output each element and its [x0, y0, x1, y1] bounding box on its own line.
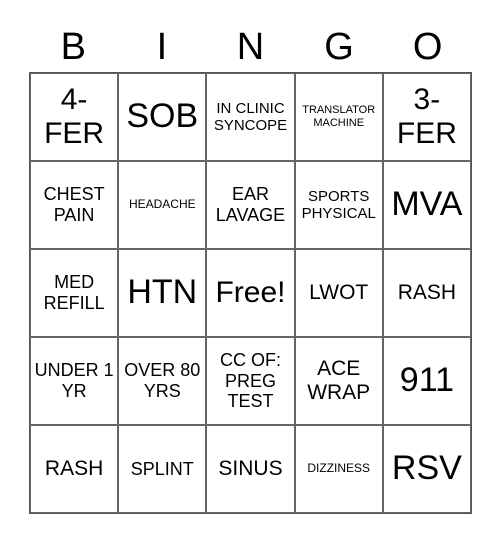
bingo-cell[interactable]: DIZZINESS	[294, 425, 383, 513]
bingo-cell[interactable]: CC OF: PREG TEST	[206, 337, 295, 425]
bingo-cell[interactable]: SOB	[118, 73, 207, 161]
bingo-cell[interactable]: 911	[382, 337, 471, 425]
bingo-cell[interactable]: SINUS	[206, 425, 295, 513]
bingo-cell[interactable]: RASH	[382, 249, 471, 337]
bingo-header: B I N G O	[29, 22, 472, 72]
bingo-cell[interactable]: OVER 80 YRS	[118, 337, 207, 425]
bingo-cell[interactable]: HTN	[118, 249, 207, 337]
bingo-cell[interactable]: RASH	[30, 425, 119, 513]
bingo-cell[interactable]: MED REFILL	[30, 249, 119, 337]
bingo-cell[interactable]: HEADACHE	[118, 161, 207, 249]
bingo-cell[interactable]: RSV	[382, 425, 471, 513]
bingo-grid: 4- FER SOB IN CLINIC SYNCOPE TRANSLATOR MACH…	[29, 72, 472, 514]
bingo-cell[interactable]: CHEST PAIN	[30, 161, 119, 249]
bingo-cell[interactable]: IN CLINIC SYNCOPE	[206, 73, 295, 161]
header-letter-o: O	[412, 26, 443, 68]
bingo-cell[interactable]: Free!	[206, 249, 295, 337]
header-letter-g: G	[324, 26, 354, 68]
header-letter-i: I	[156, 26, 168, 68]
bingo-cell[interactable]: TRANSLATOR MACHINE	[294, 73, 383, 161]
header-letter-n: N	[236, 26, 265, 68]
bingo-cell[interactable]: UNDER 1 YR	[30, 337, 119, 425]
bingo-cell[interactable]: SPLINT	[118, 425, 207, 513]
bingo-cell[interactable]: 3- FER	[382, 73, 471, 161]
bingo-cell[interactable]: EAR LAVAGE	[206, 161, 295, 249]
bingo-cell[interactable]: ACE WRAP	[294, 337, 383, 425]
bingo-cell[interactable]: MVA	[382, 161, 471, 249]
bingo-cell[interactable]: 4- FER	[30, 73, 119, 161]
bingo-cell[interactable]: SPORTS PHYSICAL	[294, 161, 383, 249]
header-letter-b: B	[60, 26, 86, 68]
bingo-cell[interactable]: LWOT	[294, 249, 383, 337]
